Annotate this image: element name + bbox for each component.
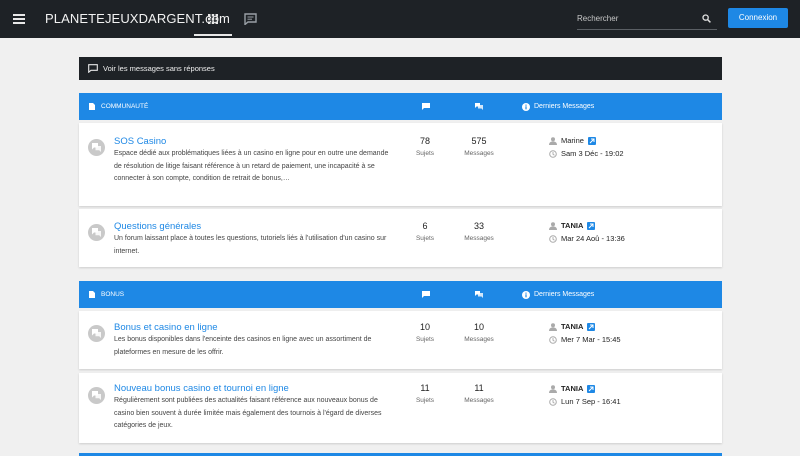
clock-icon (549, 336, 557, 344)
search-icon[interactable] (702, 14, 711, 23)
forum-row: Questions générales Un forum laissant pl… (79, 209, 722, 267)
posts-column-icon (475, 291, 483, 298)
last-post-author[interactable]: TANIA (561, 322, 583, 331)
last-post-date: Sam 3 Déc - 19:02 (561, 149, 624, 158)
menu-icon[interactable] (13, 14, 25, 24)
user-icon (549, 137, 557, 145)
forum-description: Les bonus disponibles dans l'enceinte de… (114, 336, 372, 356)
forum-title[interactable]: Questions générales (114, 221, 201, 232)
posts-count: 575 (471, 136, 487, 146)
category-header-communaute: COMMUNAUTÉ Derniers Messages (79, 93, 722, 120)
message-icon (88, 64, 98, 73)
last-post-date: Mar 24 Aoû - 13:36 (561, 234, 625, 243)
forum-status-icon (88, 325, 105, 342)
chat-icon (244, 13, 257, 25)
posts-label: Messages (464, 235, 494, 242)
info-icon (522, 291, 530, 299)
goto-last-post-icon[interactable] (587, 385, 595, 393)
topics-count: 78 (419, 136, 430, 146)
posts-count: 11 (474, 383, 484, 393)
posts-label: Messages (464, 397, 494, 404)
last-post-date: Lun 7 Sep - 16:41 (561, 397, 621, 406)
posts-column-icon (475, 103, 483, 110)
forum-title[interactable]: Nouveau bonus casino et tournoi en ligne (114, 383, 289, 394)
forum-description: Un forum laissant place à toutes les que… (114, 235, 387, 255)
clock-icon (549, 398, 557, 406)
forum-index-tab[interactable] (194, 0, 232, 38)
topics-label: Sujets (415, 336, 435, 343)
forum-status-icon (88, 224, 105, 241)
topics-count: 10 (419, 322, 430, 332)
topics-count: 11 (420, 383, 430, 393)
top-navbar: PLANETEJEUXDARGENT.com Connexion (0, 0, 800, 38)
topics-label: Sujets (415, 235, 435, 242)
info-icon (522, 103, 530, 111)
login-button[interactable]: Connexion (728, 8, 788, 28)
forum-title[interactable]: SOS Casino (114, 136, 166, 147)
user-icon (549, 385, 557, 393)
forum-row: SOS Casino Espace dédié aux problématiqu… (79, 123, 722, 206)
last-messages-label: Derniers Messages (534, 291, 595, 298)
clock-icon (549, 150, 557, 158)
forum-status-icon (88, 139, 105, 156)
forum-status-icon (88, 387, 105, 404)
posts-count: 33 (473, 221, 484, 231)
forum-row: Nouveau bonus casino et tournoi en ligne… (79, 373, 722, 443)
unanswered-label: Voir les messages sans réponses (103, 64, 215, 73)
topics-label: Sujets (415, 150, 435, 157)
chat-tab[interactable] (238, 0, 264, 38)
active-tab-indicator (194, 34, 232, 36)
clock-icon (549, 235, 557, 243)
goto-last-post-icon[interactable] (587, 222, 595, 230)
search-input[interactable] (577, 10, 697, 26)
topics-column-icon (422, 291, 430, 298)
forum-description: Espace dédié aux problématiques liées à … (114, 150, 389, 182)
posts-label: Messages (464, 150, 494, 157)
document-icon (89, 291, 95, 298)
topics-count: 6 (422, 221, 428, 231)
user-icon (549, 323, 557, 331)
forum-row: Bonus et casino en ligne Les bonus dispo… (79, 311, 722, 369)
goto-last-post-icon[interactable] (587, 323, 595, 331)
last-post-author[interactable]: TANIA (561, 221, 583, 230)
unanswered-messages-link[interactable]: Voir les messages sans réponses (79, 57, 722, 80)
search-box (577, 8, 717, 30)
grid-icon (208, 14, 218, 24)
posts-label: Messages (464, 336, 494, 343)
topics-column-icon (422, 103, 430, 110)
posts-count: 10 (473, 322, 484, 332)
topics-label: Sujets (415, 397, 435, 404)
category-header-bonus: BONUS Derniers Messages (79, 281, 722, 308)
last-post-author[interactable]: Marine (561, 136, 584, 145)
goto-last-post-icon[interactable] (588, 137, 596, 145)
last-messages-label: Derniers Messages (534, 103, 595, 110)
last-post-author[interactable]: TANIA (561, 384, 583, 393)
document-icon (89, 103, 95, 110)
user-icon (549, 222, 557, 230)
forum-title[interactable]: Bonus et casino en ligne (114, 322, 218, 333)
last-post-date: Mer 7 Mar - 15:45 (561, 335, 621, 344)
forum-description: Régulièrement sont publiées des actualit… (114, 397, 382, 429)
category-name: COMMUNAUTÉ (101, 103, 149, 110)
category-name: BONUS (101, 291, 125, 298)
